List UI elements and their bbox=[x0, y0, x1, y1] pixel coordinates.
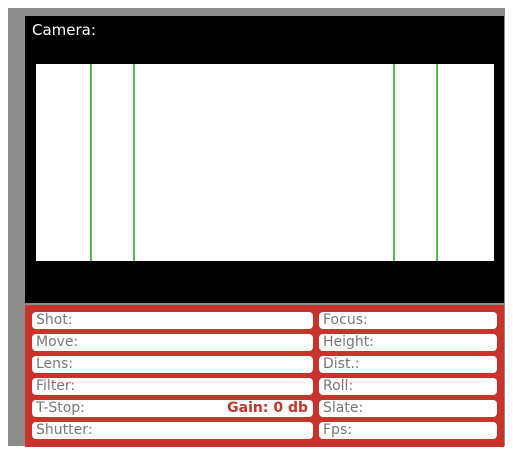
guide-line-right-outer bbox=[436, 64, 438, 261]
fps-field[interactable]: Fps: bbox=[319, 422, 497, 439]
gain-value: Gain: 0 db bbox=[227, 400, 308, 416]
roll-label: Roll: bbox=[323, 378, 354, 394]
focus-label: Focus: bbox=[323, 312, 368, 328]
height-label: Height: bbox=[323, 334, 374, 350]
lens-label: Lens: bbox=[36, 356, 74, 372]
tstop-field[interactable]: T-Stop: Gain: 0 db bbox=[32, 400, 313, 417]
focus-field[interactable]: Focus: bbox=[319, 312, 497, 329]
lens-field[interactable]: Lens: bbox=[32, 356, 313, 373]
move-label: Move: bbox=[36, 334, 79, 350]
shutter-field[interactable]: Shutter: bbox=[32, 422, 313, 439]
height-field[interactable]: Height: bbox=[319, 334, 497, 351]
guide-line-right-inner bbox=[393, 64, 395, 261]
tstop-label: T-Stop: bbox=[36, 400, 85, 416]
roll-field[interactable]: Roll: bbox=[319, 378, 497, 395]
dist-label: Dist.: bbox=[323, 356, 360, 372]
move-field[interactable]: Move: bbox=[32, 334, 313, 351]
fps-label: Fps: bbox=[323, 422, 352, 438]
guide-line-left-outer bbox=[90, 64, 92, 261]
guide-line-left-inner bbox=[133, 64, 135, 261]
slate-field[interactable]: Slate: bbox=[319, 400, 497, 417]
filter-label: Filter: bbox=[36, 378, 76, 394]
shutter-label: Shutter: bbox=[36, 422, 93, 438]
filter-field[interactable]: Filter: bbox=[32, 378, 313, 395]
camera-label: Camera: bbox=[32, 21, 96, 39]
camera-frame-area bbox=[36, 64, 494, 261]
dist-field[interactable]: Dist.: bbox=[319, 356, 497, 373]
slate-label: Slate: bbox=[323, 400, 364, 416]
shot-label: Shot: bbox=[36, 312, 73, 328]
shot-field[interactable]: Shot: bbox=[32, 312, 313, 329]
